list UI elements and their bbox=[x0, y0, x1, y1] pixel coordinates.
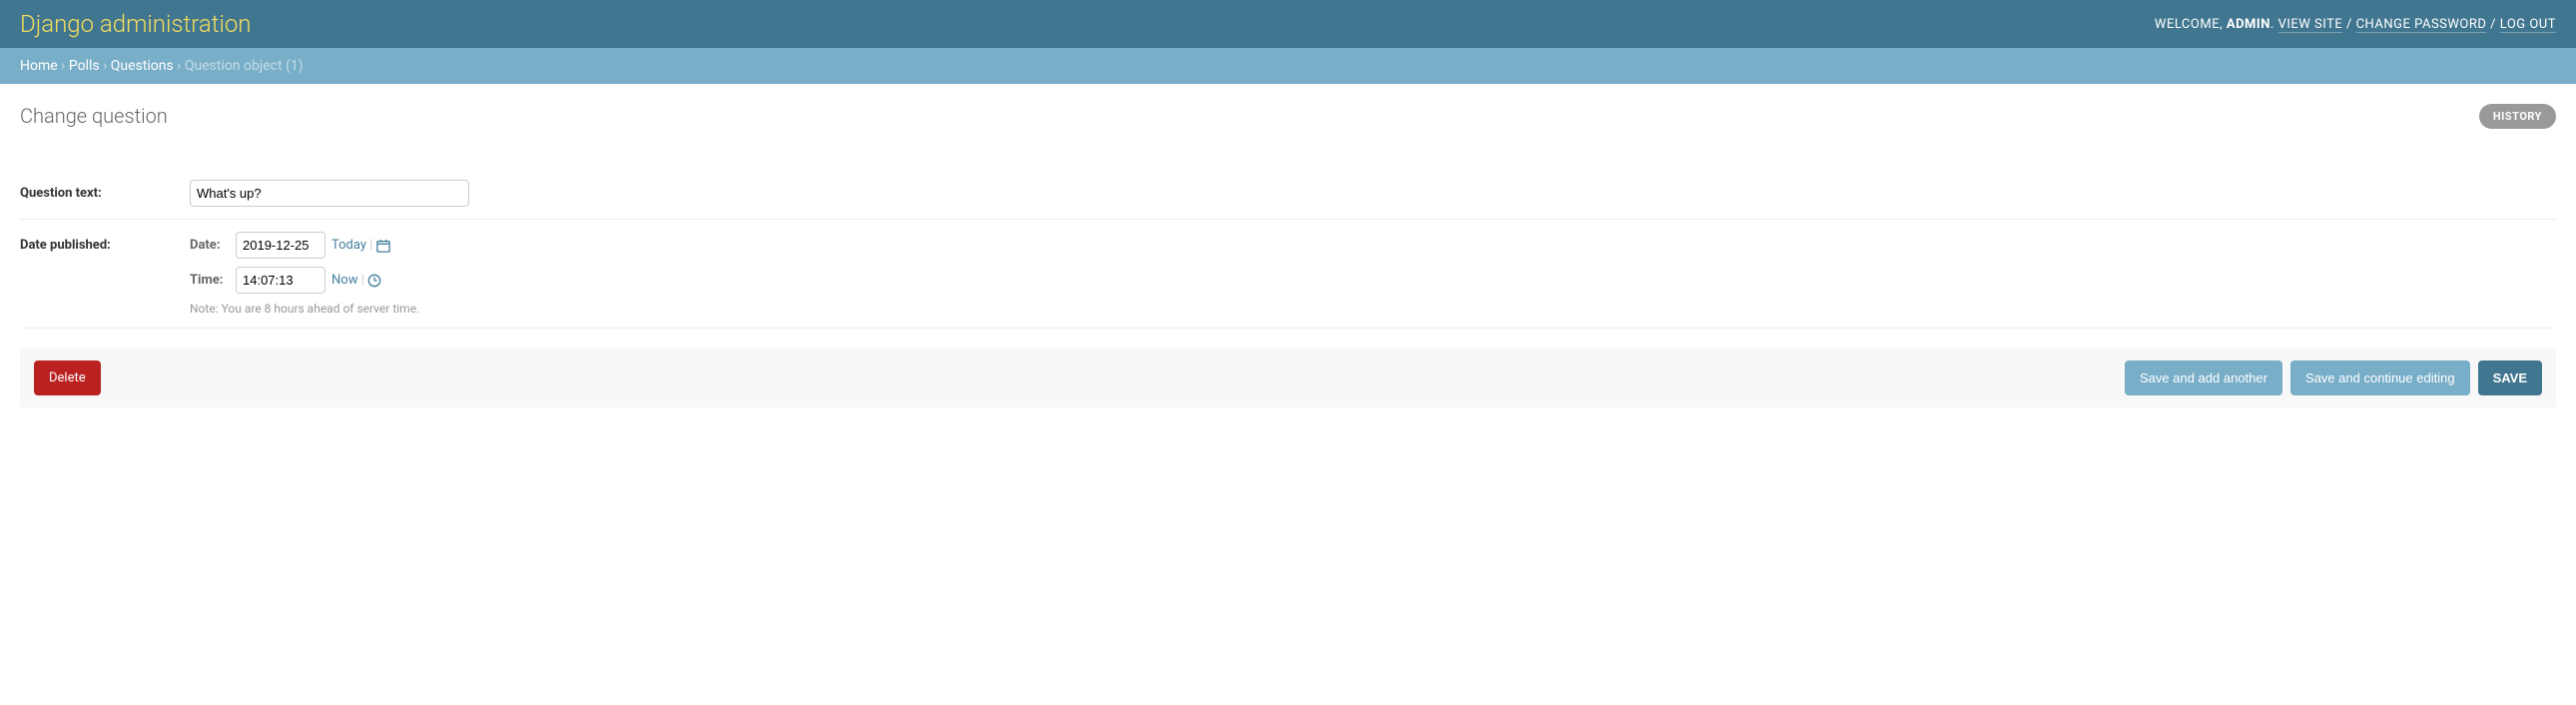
breadcrumb-home[interactable]: Home bbox=[20, 58, 58, 74]
breadcrumb-app[interactable]: Polls bbox=[69, 58, 100, 74]
save-button[interactable] bbox=[2478, 360, 2542, 395]
site-title-link[interactable]: Django administration bbox=[20, 10, 252, 38]
date-sublabel: Date: bbox=[190, 238, 230, 253]
time-input[interactable] bbox=[236, 267, 325, 294]
date-published-label: Date published: bbox=[20, 232, 190, 316]
now-link[interactable]: Now bbox=[331, 273, 357, 288]
timezone-warning: Note: You are 8 hours ahead of server ti… bbox=[190, 302, 2556, 316]
clock-icon[interactable] bbox=[367, 273, 381, 288]
breadcrumb-model[interactable]: Questions bbox=[111, 58, 174, 74]
breadcrumb: Home › Polls › Questions › Question obje… bbox=[0, 48, 2576, 84]
user-tools: WELCOME, ADMIN. VIEW SITE / CHANGE PASSW… bbox=[2155, 17, 2556, 32]
view-site-link[interactable]: VIEW SITE bbox=[2278, 17, 2343, 33]
history-button[interactable]: HISTORY bbox=[2479, 104, 2556, 129]
logout-link[interactable]: LOG OUT bbox=[2500, 17, 2556, 33]
save-continue-button[interactable] bbox=[2290, 360, 2470, 395]
submit-row: Delete bbox=[20, 349, 2556, 407]
welcome-text: WELCOME, bbox=[2155, 17, 2227, 32]
question-text-input[interactable] bbox=[190, 180, 469, 207]
form-row-date-published: Date published: Date: Today | bbox=[20, 220, 2556, 329]
calendar-icon[interactable] bbox=[376, 238, 390, 253]
page-title: Change question bbox=[20, 104, 168, 128]
date-input[interactable] bbox=[236, 232, 325, 259]
change-password-link[interactable]: CHANGE PASSWORD bbox=[2356, 17, 2487, 33]
breadcrumb-current: Question object (1) bbox=[185, 58, 304, 74]
branding: Django administration bbox=[20, 10, 252, 38]
delete-button[interactable]: Delete bbox=[34, 360, 101, 395]
form-row-question-text: Question text: bbox=[20, 168, 2556, 220]
username: ADMIN bbox=[2227, 17, 2270, 32]
header: Django administration WELCOME, ADMIN. VI… bbox=[0, 0, 2576, 48]
change-form: Question text: Date published: Date: Tod… bbox=[20, 168, 2556, 407]
question-text-label: Question text: bbox=[20, 180, 190, 207]
today-link[interactable]: Today bbox=[331, 238, 366, 253]
time-sublabel: Time: bbox=[190, 273, 230, 288]
object-tools: HISTORY bbox=[2479, 104, 2556, 129]
save-add-another-button[interactable] bbox=[2125, 360, 2282, 395]
